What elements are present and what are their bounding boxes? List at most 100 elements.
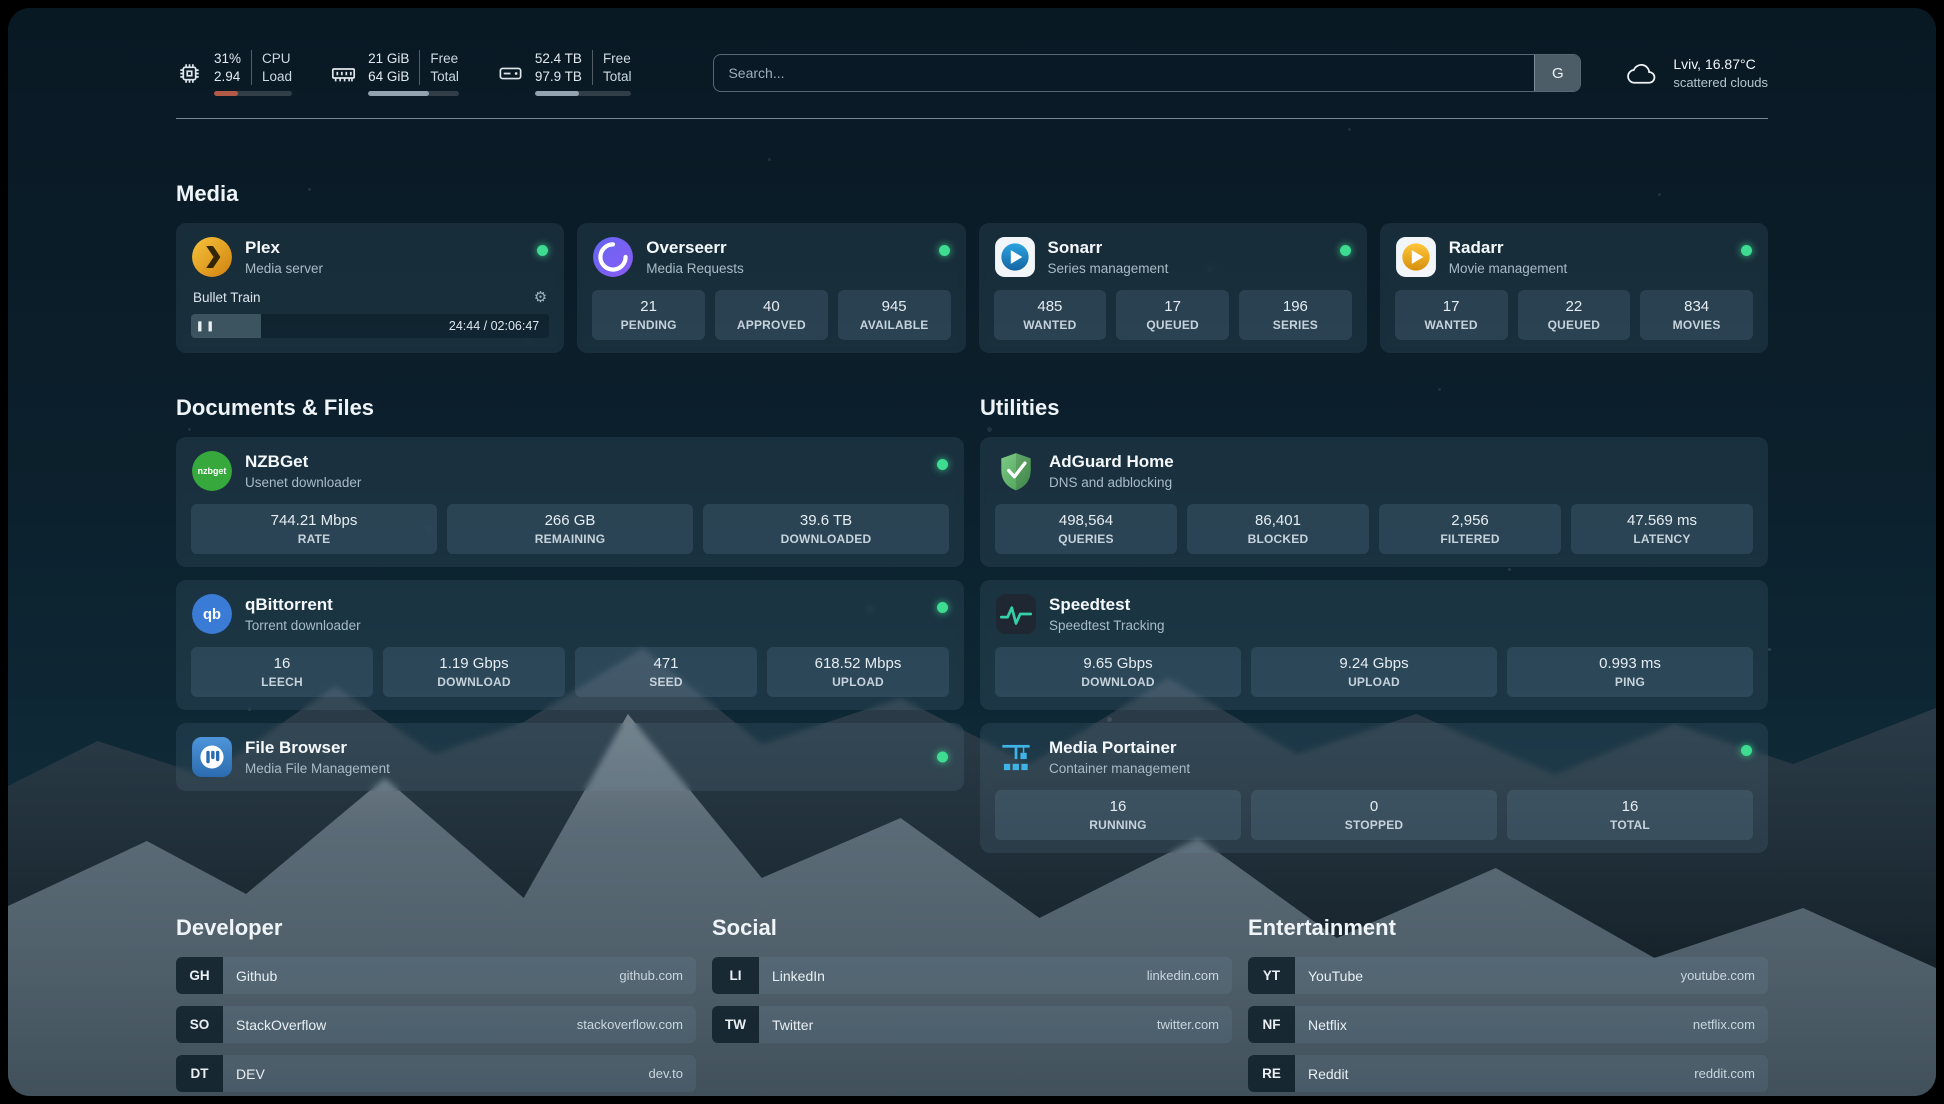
section-entertainment: Entertainment YT YouTube youtube.com NF …	[1248, 915, 1768, 1092]
memory-progress-bar	[368, 91, 459, 96]
app-name: Media Portainer	[1049, 738, 1190, 758]
gear-icon[interactable]: ⚙	[534, 288, 547, 306]
card-adguard[interactable]: AdGuard Home DNS and adblocking 498,564 …	[980, 437, 1768, 567]
stat-value: 16	[1511, 798, 1749, 815]
bookmark-netflix[interactable]: NF Netflix netflix.com	[1248, 1006, 1768, 1043]
stat: 21 PENDING	[592, 290, 705, 340]
section-title-media: Media	[176, 181, 1768, 207]
bookmark-name: DEV	[223, 1066, 265, 1082]
section-media: Media Plex Media server	[176, 181, 1768, 353]
svg-text:qb: qb	[203, 607, 221, 623]
stat-value: 9.65 Gbps	[999, 655, 1237, 672]
stat-value: 945	[842, 298, 947, 315]
bookmark-abbr: NF	[1248, 1006, 1295, 1043]
svg-text:nzbget: nzbget	[198, 466, 227, 476]
stat-value: 16	[999, 798, 1237, 815]
stat-value: 0	[1255, 798, 1493, 815]
bookmark-url: dev.to	[649, 1066, 696, 1081]
stat-label: BLOCKED	[1191, 532, 1365, 546]
card-portainer[interactable]: Media Portainer Container management 16 …	[980, 723, 1768, 853]
overseerr-icon	[592, 236, 634, 278]
stat: 2,956 FILTERED	[1379, 504, 1561, 554]
memory-free: 21 GiB	[368, 50, 409, 68]
stat: 945 AVAILABLE	[838, 290, 951, 340]
card-plex[interactable]: Plex Media server Bullet Train ⚙ ❚❚ 24:4…	[176, 223, 564, 353]
stat: 9.65 Gbps DOWNLOAD	[995, 647, 1241, 697]
bookmark-name: Github	[223, 968, 277, 984]
cpu-load-label: Load	[262, 68, 292, 86]
bookmark-abbr: SO	[176, 1006, 223, 1043]
stat-value: 17	[1399, 298, 1504, 315]
stat-label: MOVIES	[1644, 318, 1749, 332]
stat: 744.21 Mbps RATE	[191, 504, 437, 554]
bookmark-abbr: YT	[1248, 957, 1295, 994]
dashboard-screen: 31% 2.94 CPU Load	[8, 8, 1936, 1096]
speedtest-icon	[995, 593, 1037, 635]
bookmark-stackoverflow[interactable]: SO StackOverflow stackoverflow.com	[176, 1006, 696, 1043]
section-title-utilities: Utilities	[980, 395, 1768, 421]
stat-value: 196	[1243, 298, 1348, 315]
bookmark-dev[interactable]: DT DEV dev.to	[176, 1055, 696, 1092]
qbittorrent-icon: qb	[191, 593, 233, 635]
bookmark-url: netflix.com	[1693, 1017, 1768, 1032]
weather-condition: scattered clouds	[1673, 74, 1768, 92]
cpu-percent: 31%	[214, 50, 241, 68]
memory-widget: 21 GiB 64 GiB Free Total	[330, 50, 459, 96]
section-social: Social LI LinkedIn linkedin.com TW Twitt…	[712, 915, 1232, 1092]
stat-value: 618.52 Mbps	[771, 655, 945, 672]
card-sonarr[interactable]: Sonarr Series management 485 WANTED 17 Q…	[979, 223, 1367, 353]
bookmark-abbr: DT	[176, 1055, 223, 1092]
card-nzbget[interactable]: nzbget NZBGet Usenet downloader 744.21 M…	[176, 437, 964, 567]
stat-label: RUNNING	[999, 818, 1237, 832]
bookmark-url: twitter.com	[1157, 1017, 1232, 1032]
bookmark-youtube[interactable]: YT YouTube youtube.com	[1248, 957, 1768, 994]
search-input[interactable]	[714, 55, 1534, 91]
stat: 22 QUEUED	[1518, 290, 1631, 340]
stat-label: SEED	[579, 675, 753, 689]
card-overseerr[interactable]: Overseerr Media Requests 21 PENDING 40 A…	[577, 223, 965, 353]
bookmark-abbr: GH	[176, 957, 223, 994]
bookmark-github[interactable]: GH Github github.com	[176, 957, 696, 994]
disk-icon	[497, 60, 524, 87]
bookmark-linkedin[interactable]: LI LinkedIn linkedin.com	[712, 957, 1232, 994]
stat: 16 RUNNING	[995, 790, 1241, 840]
portainer-icon	[995, 736, 1037, 778]
stat: 485 WANTED	[994, 290, 1107, 340]
section-developer: Developer GH Github github.com SO StackO…	[176, 915, 696, 1092]
bookmark-name: Reddit	[1295, 1066, 1348, 1082]
bookmark-twitter[interactable]: TW Twitter twitter.com	[712, 1006, 1232, 1043]
adguard-icon	[995, 450, 1037, 492]
stat-label: FILTERED	[1383, 532, 1557, 546]
card-qbittorrent[interactable]: qb qBittorrent Torrent downloader 16 LEE…	[176, 580, 964, 710]
bookmark-url: reddit.com	[1694, 1066, 1768, 1081]
app-subtitle: DNS and adblocking	[1049, 475, 1174, 490]
stat-value: 47.569 ms	[1575, 512, 1749, 529]
bookmark-url: youtube.com	[1681, 968, 1768, 983]
stat: 40 APPROVED	[715, 290, 828, 340]
stat-label: QUEUED	[1120, 318, 1225, 332]
search-provider-button[interactable]: G	[1534, 55, 1580, 91]
bookmark-abbr: TW	[712, 1006, 759, 1043]
app-subtitle: Media Requests	[646, 261, 744, 276]
card-speedtest[interactable]: Speedtest Speedtest Tracking 9.65 Gbps D…	[980, 580, 1768, 710]
cloud-icon	[1625, 58, 1661, 88]
bookmark-url: github.com	[619, 968, 696, 983]
pause-icon[interactable]: ❚❚	[191, 321, 221, 332]
card-radarr[interactable]: Radarr Movie management 17 WANTED 22 QUE…	[1380, 223, 1768, 353]
section-documents: Documents & Files nzbget NZBGet	[176, 395, 964, 853]
bookmark-reddit[interactable]: RE Reddit reddit.com	[1248, 1055, 1768, 1092]
stat-value: 40	[719, 298, 824, 315]
stat-label: QUERIES	[999, 532, 1173, 546]
bookmark-name: YouTube	[1295, 968, 1363, 984]
stat-label: TOTAL	[1511, 818, 1749, 832]
plex-player-bar[interactable]: ❚❚ 24:44 / 02:06:47	[191, 314, 549, 338]
stat-label: UPLOAD	[1255, 675, 1493, 689]
stat-value: 9.24 Gbps	[1255, 655, 1493, 672]
stat: 17 QUEUED	[1116, 290, 1229, 340]
bookmark-name: StackOverflow	[223, 1017, 326, 1033]
section-title-social: Social	[712, 915, 1232, 941]
now-playing-title: Bullet Train	[193, 290, 261, 305]
disk-free: 52.4 TB	[535, 50, 582, 68]
stat-value: 39.6 TB	[707, 512, 945, 529]
card-filebrowser[interactable]: File Browser Media File Management	[176, 723, 964, 791]
